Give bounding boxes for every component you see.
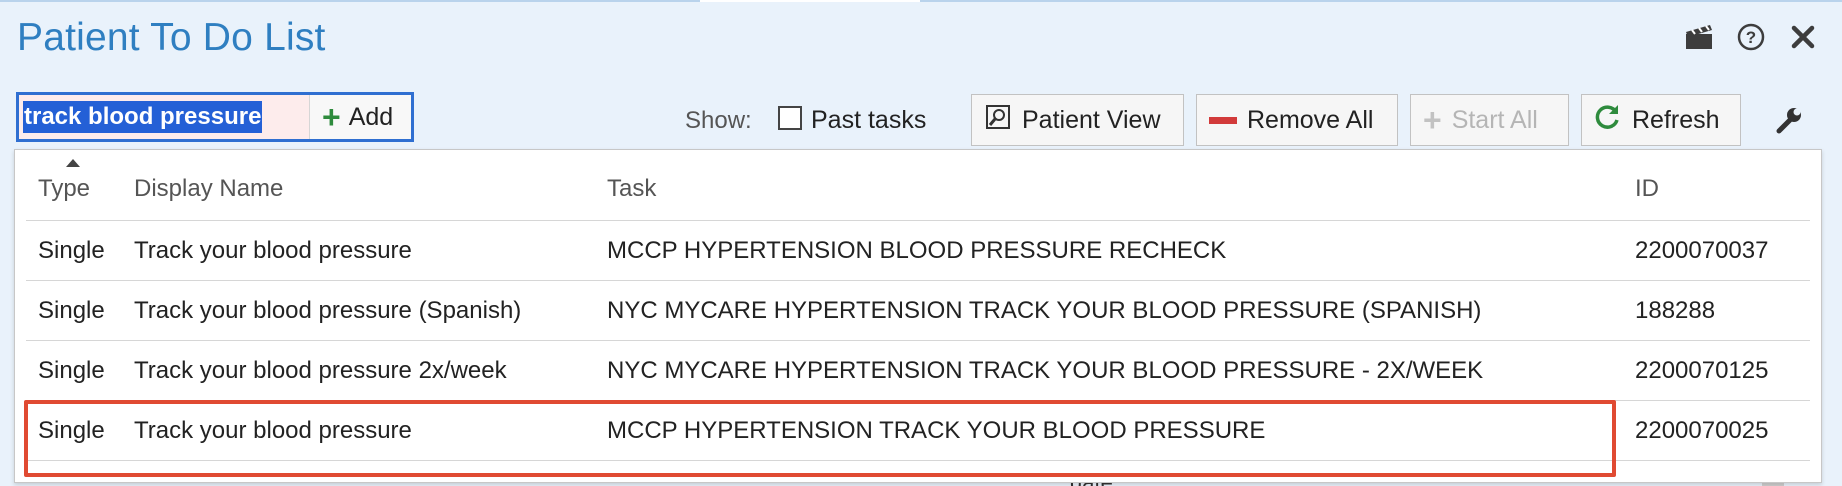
- refresh-label: Refresh: [1632, 105, 1720, 134]
- column-header-task[interactable]: Task: [607, 157, 1635, 221]
- window-controls: ?: [1682, 20, 1820, 54]
- cell-display-name: Track your blood pressure (Spanish): [134, 280, 607, 341]
- window-top-border: [0, 0, 1842, 2]
- cell-id: 2200070025: [1635, 400, 1810, 461]
- active-tab-indicator: [700, 0, 920, 2]
- column-header-id[interactable]: ID: [1635, 157, 1810, 221]
- page-title: Patient To Do List: [17, 16, 326, 59]
- cell-type: Single: [26, 220, 134, 281]
- cell-id: 2200070037: [1635, 220, 1810, 281]
- search-input[interactable]: track blood pressure: [19, 95, 310, 139]
- row-highlight-annotation: [24, 400, 1616, 477]
- search-box: track blood pressure + Add: [16, 92, 414, 142]
- minus-icon: [1209, 116, 1237, 124]
- cell-id: 188288: [1635, 280, 1810, 341]
- svg-text:?: ?: [1746, 28, 1756, 47]
- close-icon[interactable]: [1786, 20, 1820, 54]
- cell-id: 2200070125: [1635, 340, 1810, 401]
- clapperboard-icon[interactable]: [1682, 20, 1716, 54]
- wrench-icon[interactable]: [1773, 104, 1805, 136]
- refresh-icon: [1594, 103, 1622, 138]
- refresh-button[interactable]: Refresh: [1581, 94, 1741, 146]
- column-header-type[interactable]: Type: [26, 157, 134, 221]
- start-all-label: Start All: [1451, 105, 1538, 134]
- remove-all-label: Remove All: [1247, 105, 1374, 134]
- cell-type: Single: [26, 280, 134, 341]
- patient-view-icon: [984, 103, 1012, 138]
- cell-display-name: Track your blood pressure: [134, 220, 607, 281]
- cell-display-name: Track your blood pressure 2x/week: [134, 340, 607, 401]
- help-icon[interactable]: ?: [1734, 20, 1768, 54]
- plus-icon: +: [1423, 101, 1442, 138]
- cell-type: Single: [26, 340, 134, 401]
- table-row[interactable]: Single Track your blood pressure (Spanis…: [26, 280, 1810, 341]
- show-label: Show:: [685, 107, 752, 134]
- start-all-button[interactable]: + Start All: [1410, 94, 1569, 146]
- add-button[interactable]: + Add: [310, 95, 411, 139]
- cell-task: NYC MYCARE HYPERTENSION TRACK YOUR BLOOD…: [607, 280, 1635, 341]
- past-tasks-label[interactable]: Past tasks: [811, 106, 926, 135]
- past-tasks-checkbox[interactable]: [778, 106, 802, 130]
- table-row[interactable]: Single Track your blood pressure 2x/week…: [26, 340, 1810, 401]
- table-header-row: Type Display Name Task ID: [26, 157, 1810, 221]
- search-input-value: track blood pressure: [23, 101, 263, 133]
- patient-view-button[interactable]: Patient View: [971, 94, 1184, 146]
- column-header-display-name[interactable]: Display Name: [134, 157, 607, 221]
- cell-task: NYC MYCARE HYPERTENSION TRACK YOUR BLOOD…: [607, 340, 1635, 401]
- cell-task: MCCP HYPERTENSION BLOOD PRESSURE RECHECK: [607, 220, 1635, 281]
- remove-all-button[interactable]: Remove All: [1196, 94, 1398, 146]
- add-button-label: Add: [348, 102, 394, 131]
- plus-icon: +: [322, 99, 341, 135]
- table-row[interactable]: Single Track your blood pressure MCCP HY…: [26, 220, 1810, 281]
- patient-view-label: Patient View: [1022, 105, 1161, 134]
